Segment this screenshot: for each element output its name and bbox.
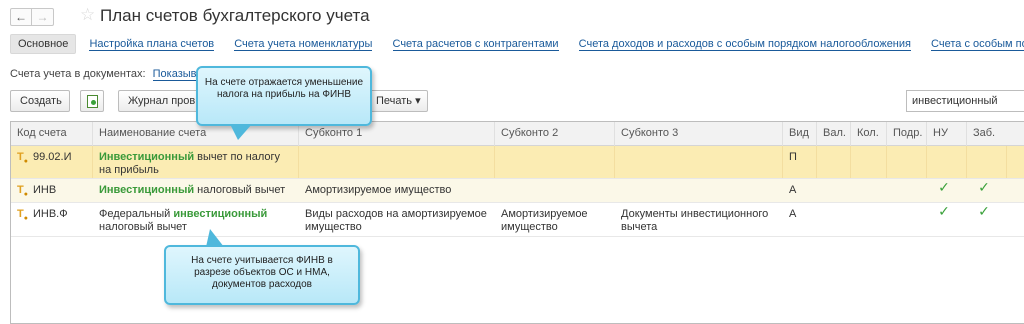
tab-bar: Основное Настройка плана счетов Счета уч… [10,34,1024,56]
cell-tax-accounting: ✓ [938,179,950,194]
header-quantity[interactable]: Кол. [851,122,887,146]
table-row[interactable]: T● ИНВ.Ф Федеральный инвестиционный налог… [11,203,1024,237]
callout-tax-reduction: На счете отражается уменьшение налога на… [196,66,372,140]
cell-subconto-1: Амортизируемое имущество [305,184,452,196]
document-accounts-label: Счета учета в документах: [10,68,146,80]
tab-special-order-accounts[interactable]: Счета с особым порядко [924,35,1024,55]
document-accounts-row: Счета учета в документах: Показыв [10,68,197,81]
cell-tax-accounting: ✓ [938,203,950,218]
cell-kind: А [789,208,797,220]
header-subconto-2[interactable]: Субконто 2 [495,122,615,146]
cell-kind: А [789,184,797,196]
header-tax-accounting[interactable]: НУ [927,122,967,146]
back-button[interactable]: ← [10,8,32,26]
cell-name: Федеральный инвестиционный налоговый выч… [99,208,268,233]
create-button[interactable]: Создать [10,90,70,112]
table-row[interactable]: T● ИНВ Инвестиционный налоговый вычет Амо… [11,179,1024,203]
page-title: План счетов бухгалтерского учета [100,6,370,25]
cell-subconto-2: Амортизируемое имущество [501,208,588,233]
cell-currency [817,146,851,178]
favorite-star-icon[interactable]: ☆ [80,5,95,25]
copy-button[interactable] [80,90,104,112]
cell-off-balance: ✓ [978,203,990,218]
tab-special-tax-accounts[interactable]: Счета доходов и расходов с особым порядк… [572,35,918,55]
tab-counterparty-accounts[interactable]: Счета расчетов с контрагентами [386,35,566,55]
cell-off-balance [967,146,1007,178]
document-accounts-link[interactable]: Показыв [152,68,197,81]
print-button[interactable]: Печать ▾ [366,90,428,112]
cell-code: T● ИНВ.Ф [11,203,93,225]
cell-code: T● 99.02.И [11,146,93,178]
tab-main[interactable]: Основное [10,34,77,54]
account-type-icon: T● [17,208,28,223]
cell-division [887,146,927,178]
search-input[interactable]: инвестиционный [906,90,1024,112]
cell-subconto-3 [615,179,783,184]
tab-chart-settings[interactable]: Настройка плана счетов [82,35,221,55]
header-subconto-3[interactable]: Субконто 3 [615,122,783,146]
chevron-down-icon: ▾ [415,95,421,107]
cell-subconto-2 [495,146,615,178]
callout-finv-accounting: На счете учитывается ФИНВ в разрезе объе… [164,229,360,305]
cell-subconto-1: Виды расходов на амортизируемое имуществ… [305,208,487,233]
cell-subconto-2 [495,179,615,184]
header-code[interactable]: Код счета [11,122,93,146]
cell-subconto-3 [615,146,783,178]
toolbar: Создать Журнал пров Печать ▾ инвестицион… [10,90,1024,112]
account-type-icon: T● [17,151,28,166]
cell-quantity [851,146,887,178]
cell-code: T● ИНВ [11,179,93,201]
header-division[interactable]: Подр. [887,122,927,146]
print-label: Печать [376,95,413,107]
header-currency[interactable]: Вал. [817,122,851,146]
forward-button[interactable]: → [32,8,54,26]
table-header: Код счета Наименование счета Субконто 1 … [11,122,1024,146]
account-type-icon: T● [17,184,28,199]
cell-subconto-3: Документы инвестиционного вычета [621,208,769,233]
accounts-table: Код счета Наименование счета Субконто 1 … [10,121,1024,324]
cell-tax-accounting [927,146,967,178]
cell-name: Инвестиционный налоговый вычет [99,184,286,196]
copy-icon [87,95,98,108]
header-kind[interactable]: Вид [783,122,817,146]
cell-off-balance: ✓ [978,179,990,194]
window-header: ← → ☆ План счетов бухгалтерского учета [0,0,1024,32]
cell-kind: П [783,146,817,178]
cell-subconto-1 [299,146,495,178]
table-row[interactable]: T● 99.02.И Инвестиционный вычет по налогу… [11,146,1024,179]
cell-name: Инвестиционный вычет по налогу на прибыл… [93,146,299,178]
tab-item-accounts[interactable]: Счета учета номенклатуры [227,35,379,55]
header-off-balance[interactable]: Заб. [967,122,1024,146]
